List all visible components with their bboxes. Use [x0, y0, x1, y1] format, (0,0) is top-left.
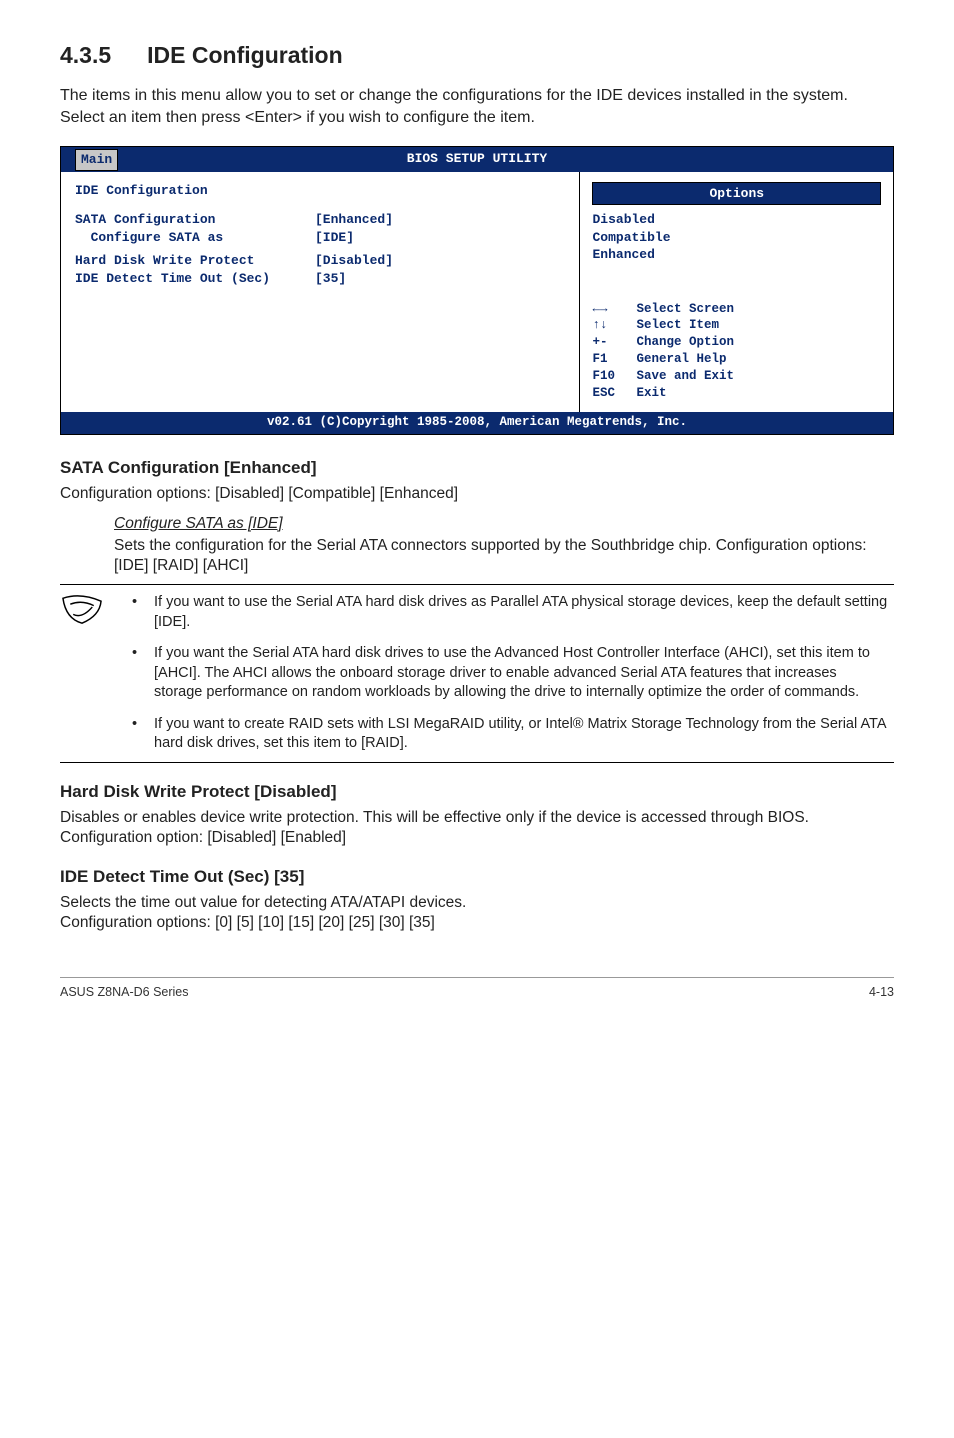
idet-text2: Configuration options: [0] [5] [10] [15]…: [60, 913, 894, 933]
intro-paragraph: The items in this menu allow you to set …: [60, 85, 894, 128]
bios-left-panel: IDE Configuration SATA Configuration [En…: [61, 172, 580, 412]
nav-action: Exit: [636, 385, 666, 402]
bios-nav-help: ←→Select Screen ↑↓Select Item +-Change O…: [592, 301, 881, 402]
configure-sata-heading: Configure SATA as [IDE]: [114, 514, 894, 535]
hdwp-text1: Disables or enables device write protect…: [60, 808, 894, 828]
hdwp-text2: Configuration option: [Disabled] [Enable…: [60, 828, 894, 848]
nav-key: F10: [592, 368, 636, 385]
note-item: • If you want to create RAID sets with L…: [132, 715, 888, 754]
note-text: If you want the Serial ATA hard disk dri…: [154, 644, 888, 703]
page-footer: ASUS Z8NA-D6 Series 4-13: [60, 977, 894, 1001]
bios-row-value: [Enhanced]: [315, 211, 393, 229]
bios-row: Hard Disk Write Protect [Disabled]: [75, 252, 565, 270]
bullet-icon: •: [132, 715, 140, 754]
bios-tab-main: Main: [75, 149, 118, 171]
bios-right-panel: Options Disabled Compatible Enhanced ←→S…: [580, 172, 893, 412]
section-title: IDE Configuration: [147, 42, 342, 68]
note-item: • If you want the Serial ATA hard disk d…: [132, 644, 888, 703]
bios-row-value: [Disabled]: [315, 252, 393, 270]
nav-action: Change Option: [636, 334, 734, 351]
bios-option: Compatible: [592, 229, 881, 247]
bios-option: Enhanced: [592, 246, 881, 264]
bios-row: Configure SATA as [IDE]: [75, 229, 565, 247]
idet-heading: IDE Detect Time Out (Sec) [35]: [60, 866, 894, 889]
idet-text1: Selects the time out value for detecting…: [60, 893, 894, 913]
hdwp-heading: Hard Disk Write Protect [Disabled]: [60, 781, 894, 804]
bios-footer: v02.61 (C)Copyright 1985-2008, American …: [61, 412, 893, 434]
bios-row: SATA Configuration [Enhanced]: [75, 211, 565, 229]
bios-row-value: [35]: [315, 270, 346, 288]
configure-sata-text: Sets the configuration for the Serial AT…: [114, 536, 894, 576]
note-icon: [60, 593, 114, 754]
nav-key: ESC: [592, 385, 636, 402]
nav-key: ←→: [592, 301, 636, 318]
sata-config-text: Configuration options: [Disabled] [Compa…: [60, 484, 894, 504]
note-text: If you want to use the Serial ATA hard d…: [154, 593, 888, 632]
footer-left: ASUS Z8NA-D6 Series: [60, 984, 189, 1001]
note-item: • If you want to use the Serial ATA hard…: [132, 593, 888, 632]
bullet-icon: •: [132, 644, 140, 703]
bios-row-label: SATA Configuration: [75, 211, 315, 229]
bios-header: BIOS SETUP UTILITY Main: [61, 147, 893, 172]
bullet-icon: •: [132, 593, 140, 632]
bios-option: Disabled: [592, 211, 881, 229]
bios-row-value: [IDE]: [315, 229, 354, 247]
bios-options-header: Options: [592, 182, 881, 206]
bios-row-label: Hard Disk Write Protect: [75, 252, 315, 270]
bios-screenshot: BIOS SETUP UTILITY Main IDE Configuratio…: [60, 146, 894, 434]
section-number: 4.3.5: [60, 40, 111, 71]
bios-header-title: BIOS SETUP UTILITY: [407, 150, 547, 168]
bios-row-label: IDE Detect Time Out (Sec): [75, 270, 315, 288]
footer-right: 4-13: [869, 984, 894, 1001]
nav-action: Select Item: [636, 317, 719, 334]
nav-action: Select Screen: [636, 301, 734, 318]
nav-action: General Help: [636, 351, 726, 368]
nav-key: F1: [592, 351, 636, 368]
note-text: If you want to create RAID sets with LSI…: [154, 715, 888, 754]
configure-sata-block: Configure SATA as [IDE] Sets the configu…: [114, 514, 894, 576]
section-heading: 4.3.5 IDE Configuration: [60, 40, 894, 71]
nav-key: ↑↓: [592, 317, 636, 334]
bios-row: IDE Detect Time Out (Sec) [35]: [75, 270, 565, 288]
nav-key: +-: [592, 334, 636, 351]
note-box: • If you want to use the Serial ATA hard…: [60, 584, 894, 763]
nav-action: Save and Exit: [636, 368, 734, 385]
sata-config-heading: SATA Configuration [Enhanced]: [60, 457, 894, 480]
bios-row-label: Configure SATA as: [75, 229, 315, 247]
bios-left-title: IDE Configuration: [75, 182, 565, 200]
